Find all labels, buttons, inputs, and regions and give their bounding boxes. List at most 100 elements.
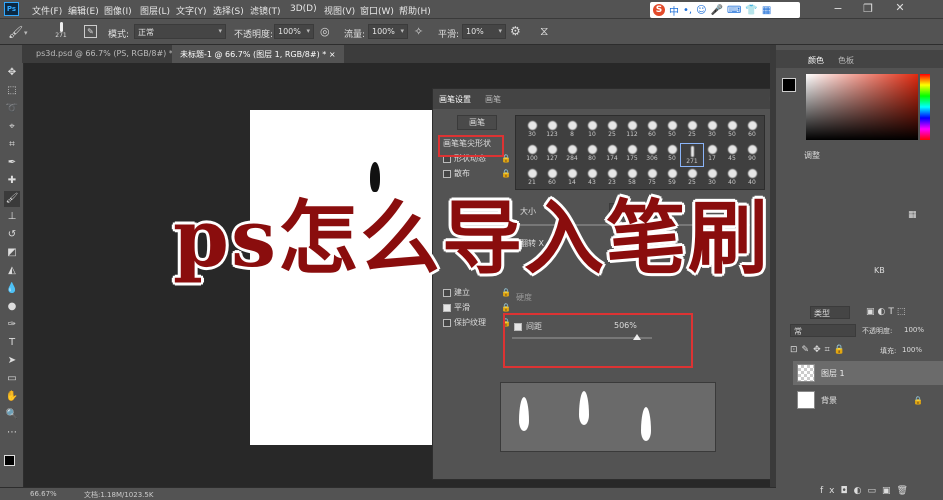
layer-filter-select[interactable]: 类型 <box>810 306 850 319</box>
zoom-tool-icon[interactable]: 🔍 <box>4 407 20 423</box>
photoshop-logo: Ps <box>4 2 19 16</box>
checkbox[interactable] <box>443 303 451 312</box>
ime-punct[interactable]: •, <box>683 5 692 16</box>
mode-label: 模式: <box>108 30 130 40</box>
menu-filter[interactable]: 滤镜(T) <box>250 4 281 17</box>
tab-ps3d[interactable]: ps3d.psd @ 66.7% (PS, RGB/8#) * × <box>28 45 190 63</box>
layer-footer-icons[interactable]: fx◘◐▭▣🗑 <box>820 486 914 496</box>
blend-value: 常 <box>794 327 802 336</box>
tab-untitled[interactable]: 未标题-1 @ 66.7% (图层 1, RGB/8#) * × <box>172 45 344 63</box>
brush-tip-preview <box>687 121 697 130</box>
tab-brushes[interactable]: 画笔 <box>485 94 501 105</box>
symmetry-icon[interactable]: ⧖ <box>540 24 548 39</box>
emoji-icon[interactable]: ☺ <box>696 5 706 16</box>
brushes-button[interactable]: 画笔 <box>457 115 497 130</box>
color-field[interactable] <box>806 74 918 140</box>
spacing-value[interactable]: 506% <box>614 321 637 330</box>
flow-field[interactable]: 100% ▾ <box>368 24 408 39</box>
tab-color[interactable]: 颜色 <box>808 55 824 66</box>
brush-tip-preview <box>707 145 717 154</box>
menu-window[interactable]: 窗口(W) <box>360 4 394 17</box>
chevron-down-icon: ▾ <box>306 27 310 35</box>
tab-adjustments[interactable]: 调整 <box>804 150 820 161</box>
brush-tip-preview <box>607 121 617 130</box>
opacity-field[interactable]: 100% ▾ <box>274 24 314 39</box>
menu-3d[interactable]: 3D(D) <box>290 4 317 14</box>
brush-tip-preview <box>687 169 697 178</box>
menu-image[interactable]: 图像(I) <box>104 4 132 17</box>
menu-edit[interactable]: 编辑(E) <box>68 4 99 17</box>
layer-filter-icons[interactable]: ▣◐T⬚ <box>866 307 908 317</box>
spacing-checkbox[interactable] <box>514 322 522 331</box>
mic-icon[interactable]: 🎤 <box>711 5 723 16</box>
checkbox[interactable] <box>443 318 451 327</box>
type-tool-icon[interactable]: T <box>4 335 20 351</box>
menu-help[interactable]: 帮助(H) <box>399 4 431 17</box>
color-panel-foreground[interactable] <box>782 78 796 92</box>
chevron-down-icon[interactable]: ▾ <box>24 29 28 37</box>
move-tool-icon[interactable]: ✥ <box>4 65 20 81</box>
hand-tool-icon[interactable]: ✋ <box>4 389 20 405</box>
tab-brush-settings[interactable]: 画笔设置 <box>439 94 471 105</box>
ime-toolbar[interactable]: S 中 •, ☺ 🎤 ⌨ 👕 ▦ <box>650 2 800 18</box>
brush-preset-picker[interactable]: 271 <box>50 22 72 42</box>
quick-select-tool-icon[interactable]: ⌖ <box>4 119 20 135</box>
opacity-label: 不透明度: <box>234 30 274 40</box>
mode-select[interactable]: 正常 ▾ <box>134 24 226 39</box>
blend-mode-select[interactable]: 常 <box>790 324 856 337</box>
grid-icon[interactable]: ▦ <box>762 5 771 16</box>
close-icon[interactable]: × <box>329 50 336 59</box>
pressure-opacity-icon[interactable]: ◎ <box>320 25 330 38</box>
minimize-button[interactable]: − <box>823 2 853 17</box>
marquee-tool-icon[interactable]: ⬚ <box>4 83 20 99</box>
path-select-tool-icon[interactable]: ➤ <box>4 353 20 369</box>
hue-slider[interactable] <box>920 74 930 140</box>
preview-stroke-dab <box>641 407 651 441</box>
ime-lang[interactable]: 中 <box>669 3 679 18</box>
layer-row[interactable]: 图层 1 <box>793 361 943 385</box>
dodge-tool-icon[interactable]: ● <box>4 299 20 315</box>
brush-tip-preview <box>690 146 694 157</box>
more-tools-icon[interactable]: ⋯ <box>4 425 20 441</box>
brush-tip-tile[interactable]: 90 <box>740 143 764 167</box>
slider-knob[interactable] <box>633 334 641 340</box>
menu-view[interactable]: 视图(V) <box>324 4 355 17</box>
fill-value[interactable]: 100% <box>902 346 922 354</box>
scattering-item[interactable]: 散布 🔒 <box>439 166 515 181</box>
crop-tool-icon[interactable]: ⌗ <box>4 137 20 153</box>
foreground-color-swatch[interactable] <box>4 455 15 466</box>
close-button[interactable]: ✕ <box>885 1 915 16</box>
menu-layer[interactable]: 图层(L) <box>140 4 170 17</box>
brush-tip-preview <box>627 145 637 154</box>
tab-swatches[interactable]: 色板 <box>838 55 854 66</box>
brush-tool-icon[interactable]: 🖌 <box>8 25 23 39</box>
panel-header: 画笔设置 画笔 ≡ <box>433 89 783 109</box>
keyboard-icon[interactable]: ⌨ <box>727 5 741 16</box>
lasso-tool-icon[interactable]: ➰ <box>4 101 20 117</box>
checkbox[interactable] <box>443 288 451 297</box>
airbrush-icon[interactable]: ✧ <box>414 25 423 38</box>
eyedropper-tool-icon[interactable]: ✒ <box>4 155 20 171</box>
layer-opacity-value[interactable]: 100% <box>904 326 924 334</box>
menu-file[interactable]: 文件(F) <box>32 4 62 17</box>
checkbox[interactable] <box>443 169 451 178</box>
smoothing-field[interactable]: 10% ▾ <box>462 24 506 39</box>
brush-tip-tile[interactable]: 60 <box>740 119 764 143</box>
brush-settings-icon[interactable]: ✎ <box>84 25 97 38</box>
shirt-icon[interactable]: 👕 <box>745 5 757 16</box>
restore-button[interactable]: ❐ <box>853 2 883 17</box>
spacing-slider[interactable] <box>512 334 652 340</box>
zoom-readout[interactable]: 66.67% <box>30 490 57 498</box>
hardness-label: 硬度 <box>516 293 532 302</box>
healing-tool-icon[interactable]: ✚ <box>4 173 20 189</box>
layer-row[interactable]: 背景 🔒 <box>793 388 943 412</box>
pen-tool-icon[interactable]: ✑ <box>4 317 20 333</box>
brush-tip-preview <box>627 169 637 178</box>
menu-select[interactable]: 选择(S) <box>213 4 244 17</box>
preview-stroke-dab <box>519 397 529 431</box>
gear-icon[interactable]: ⚙ <box>510 24 521 38</box>
brush-tip-preview <box>567 145 577 154</box>
shape-tool-icon[interactable]: ▭ <box>4 371 20 387</box>
menu-type[interactable]: 文字(Y) <box>176 4 207 17</box>
layer-lock-icons[interactable]: ⊡✎✥⌗🔒 <box>790 345 849 355</box>
